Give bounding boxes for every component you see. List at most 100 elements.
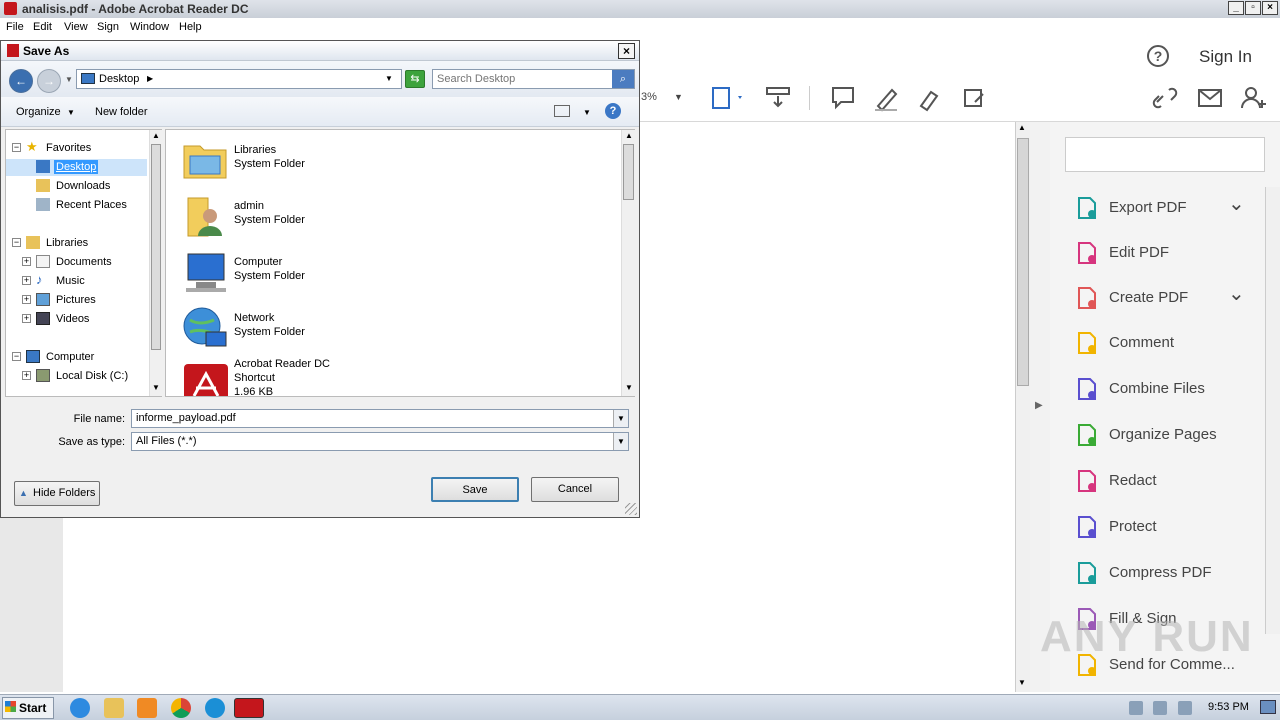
menu-window[interactable]: Window <box>130 21 169 33</box>
menu-view[interactable]: View <box>64 21 88 33</box>
chevron-down-icon[interactable]: ⌄ <box>1228 191 1245 216</box>
menu-file[interactable]: File <box>6 21 24 33</box>
file-item[interactable]: Network System Folder <box>182 302 482 354</box>
tree-videos[interactable]: + Videos <box>22 311 147 328</box>
cancel-button[interactable]: Cancel <box>531 477 619 502</box>
document-scrollbar[interactable]: ▲ ▼ <box>1015 122 1030 692</box>
expand-icon[interactable]: + <box>22 295 31 304</box>
file-name-dropdown-icon[interactable]: ▼ <box>613 410 628 427</box>
tree-computer[interactable]: − Computer <box>12 349 147 366</box>
close-window-button[interactable]: × <box>1262 1 1278 15</box>
sign-in-link[interactable]: Sign In <box>1199 47 1252 67</box>
menu-sign[interactable]: Sign <box>97 21 119 33</box>
tool-create-pdf[interactable]: Create PDF ⌄ <box>1072 283 1252 313</box>
view-dropdown-icon[interactable]: ▼ <box>583 108 591 117</box>
tool-export-pdf[interactable]: Export PDF ⌄ <box>1072 193 1252 223</box>
file-item[interactable]: admin System Folder <box>182 190 482 242</box>
tool-edit-pdf[interactable]: Edit PDF <box>1072 238 1252 268</box>
minimize-button[interactable]: _ <box>1228 1 1244 15</box>
expand-icon[interactable]: + <box>22 371 31 380</box>
dialog-close-button[interactable]: × <box>618 43 635 59</box>
tool-comment[interactable]: Comment <box>1072 328 1252 358</box>
comment-tool-icon[interactable] <box>830 84 856 112</box>
tree-scrollbar[interactable]: ▲ ▼ <box>149 130 162 396</box>
add-user-icon[interactable] <box>1240 84 1268 112</box>
expand-icon[interactable]: + <box>22 276 31 285</box>
file-item[interactable]: Acrobat Reader DC Shortcut 1.96 KB <box>182 352 482 396</box>
edge-icon[interactable] <box>205 698 225 718</box>
chrome-icon[interactable] <box>171 698 191 718</box>
new-folder-button[interactable]: New folder <box>95 106 148 118</box>
address-dropdown-icon[interactable]: ▼ <box>385 74 393 83</box>
view-options-icon[interactable] <box>554 105 570 117</box>
media-player-icon[interactable] <box>137 698 157 718</box>
collapse-icon[interactable]: − <box>12 352 21 361</box>
scroll-down-arrow[interactable]: ▼ <box>625 383 633 392</box>
highlight-tool-icon[interactable] <box>873 84 899 112</box>
search-input[interactable] <box>437 72 607 86</box>
tree-desktop[interactable]: Desktop <box>6 159 147 176</box>
file-item[interactable]: Computer System Folder <box>182 246 482 298</box>
file-item[interactable]: Libraries System Folder <box>182 134 482 186</box>
ie-icon[interactable] <box>70 698 90 718</box>
scroll-up-arrow[interactable]: ▲ <box>625 131 633 140</box>
save-button[interactable]: Save <box>431 477 519 502</box>
tool-redact[interactable]: Redact <box>1072 466 1252 496</box>
edit-tool-icon[interactable] <box>961 84 987 112</box>
acrobat-taskbar-icon[interactable] <box>234 698 264 718</box>
scroll-thumb[interactable] <box>1017 138 1029 386</box>
scroll-down-arrow[interactable]: ▼ <box>1018 678 1026 687</box>
hide-folders-button[interactable]: ▲ Hide Folders <box>14 481 100 506</box>
refresh-button[interactable]: ⇆ <box>405 70 425 88</box>
pane-toggle[interactable]: ▶ <box>1030 122 1050 692</box>
tree-pictures[interactable]: + Pictures <box>22 292 147 309</box>
scroll-thumb[interactable] <box>151 144 161 350</box>
zoom-dropdown-icon[interactable]: ▼ <box>674 92 683 102</box>
help-icon[interactable]: ? <box>1147 45 1169 67</box>
collapse-icon[interactable]: − <box>12 238 21 247</box>
file-list-scrollbar[interactable]: ▲ ▼ <box>621 130 635 396</box>
tree-documents[interactable]: + Documents <box>22 254 147 271</box>
scroll-down-arrow[interactable]: ▼ <box>152 383 160 392</box>
expand-icon[interactable]: + <box>22 257 31 266</box>
tools-pane-scrollbar[interactable] <box>1265 187 1280 634</box>
save-type-value[interactable]: All Files (*.*) <box>136 435 197 447</box>
menu-edit[interactable]: Edit <box>33 21 52 33</box>
tree-downloads[interactable]: Downloads <box>6 178 147 195</box>
resize-grip[interactable] <box>625 503 637 515</box>
tree-local-disk[interactable]: + Local Disk (C:) <box>22 368 147 385</box>
share-link-icon[interactable] <box>1151 84 1179 112</box>
clock[interactable]: 9:53 PM <box>1208 701 1249 713</box>
tree-favorites[interactable]: − ★ Favorites <box>12 139 147 157</box>
tree-music[interactable]: + ♪ Music <box>22 272 147 290</box>
zoom-value[interactable]: 3% <box>641 91 657 103</box>
organize-button[interactable]: Organize <box>16 106 61 118</box>
tree-recent-places[interactable]: Recent Places <box>6 197 147 214</box>
draw-tool-icon[interactable] <box>917 84 943 112</box>
explorer-icon[interactable] <box>104 698 124 718</box>
chevron-down-icon[interactable]: ⌄ <box>1228 281 1245 306</box>
menu-help[interactable]: Help <box>179 21 202 33</box>
scroll-up-arrow[interactable]: ▲ <box>1018 123 1026 132</box>
email-icon[interactable] <box>1196 84 1224 112</box>
tool-protect[interactable]: Protect <box>1072 512 1252 542</box>
forward-arrow-icon[interactable]: → <box>37 69 61 93</box>
collapse-icon[interactable]: − <box>12 143 21 152</box>
back-arrow-icon[interactable]: ← <box>9 69 33 93</box>
search-box[interactable]: ⌕ <box>432 69 635 89</box>
tools-search-input[interactable] <box>1065 137 1265 172</box>
show-desktop-icon[interactable] <box>1260 700 1276 714</box>
tool-organize-pages[interactable]: Organize Pages <box>1072 420 1252 450</box>
tool-compress-pdf[interactable]: Compress PDF <box>1072 558 1252 588</box>
tool-combine-files[interactable]: Combine Files <box>1072 374 1252 404</box>
save-type-dropdown-icon[interactable]: ▼ <box>613 433 628 450</box>
expand-icon[interactable]: + <box>22 314 31 323</box>
organize-dropdown-icon[interactable]: ▼ <box>67 108 75 117</box>
tree-libraries[interactable]: − Libraries <box>12 235 147 252</box>
address-bar[interactable]: Desktop ▶ ▼ <box>76 69 402 89</box>
help-button[interactable]: ? <box>605 103 621 119</box>
save-type-select[interactable]: All Files (*.*) ▼ <box>131 432 629 451</box>
scroll-mode-icon[interactable] <box>765 84 791 112</box>
network-icon[interactable] <box>1153 701 1167 715</box>
scroll-up-arrow[interactable]: ▲ <box>152 131 160 140</box>
